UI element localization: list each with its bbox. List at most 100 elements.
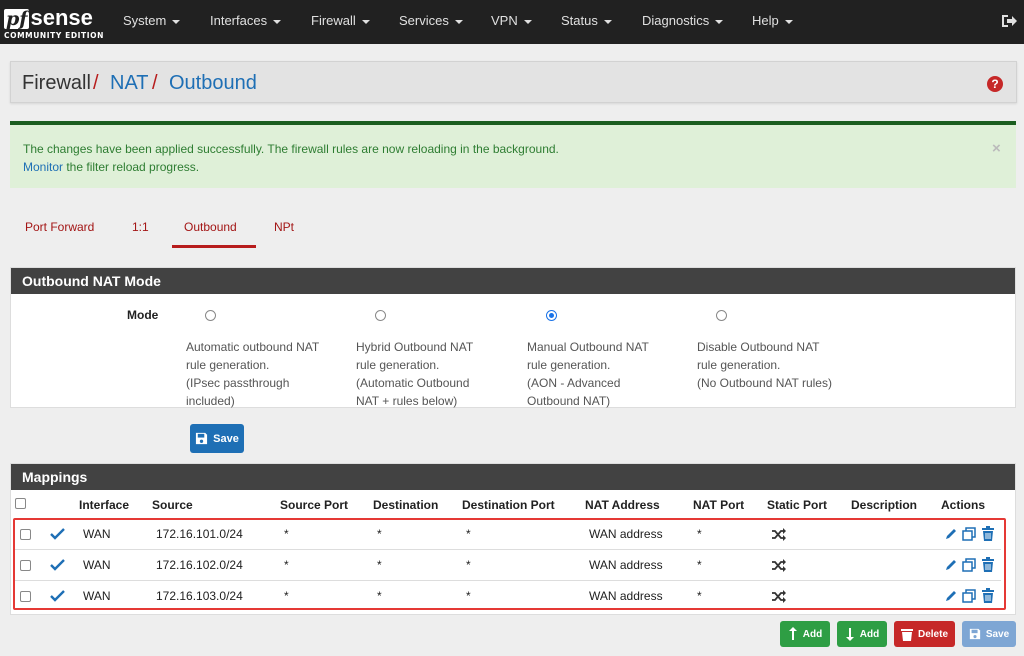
cell-destination-port: * — [466, 589, 471, 603]
nav-vpn-label: VPN — [491, 13, 518, 28]
table-row[interactable]: WAN 172.16.102.0/24 * * * WAN address * — [15, 549, 1001, 580]
col-source[interactable]: Source — [152, 498, 193, 512]
cell-nat-port: * — [697, 589, 702, 603]
alert-message-2: Monitor the filter reload progress. — [23, 159, 199, 176]
monitor-link[interactable]: Monitor — [23, 160, 63, 174]
cell-nat-address: WAN address — [589, 589, 663, 603]
breadcrumb-separator: / — [152, 72, 158, 94]
trash-icon[interactable] — [981, 588, 995, 603]
col-destination-port[interactable]: Destination Port — [462, 498, 555, 512]
pfsense-logo[interactable]: pf sense COMMUNITY EDITION — [4, 5, 103, 41]
nav-vpn[interactable]: VPN — [491, 0, 532, 44]
option-text: NAT + rules below) — [356, 394, 458, 408]
caret-down-icon — [172, 19, 181, 24]
radio-disable[interactable] — [716, 310, 727, 321]
pencil-icon[interactable] — [944, 527, 958, 541]
save-button[interactable]: Save — [962, 621, 1016, 647]
col-static-port[interactable]: Static Port — [767, 498, 827, 512]
mode-save-button[interactable]: Save — [190, 424, 244, 453]
sign-out-icon[interactable] — [1000, 12, 1018, 30]
tab-one-to-one[interactable]: 1:1 — [132, 220, 149, 234]
option-text: rule generation. — [527, 358, 611, 372]
option-text: rule generation. — [356, 358, 440, 372]
pencil-icon[interactable] — [944, 558, 958, 572]
cell-interface: WAN — [83, 527, 111, 541]
cell-source-port: * — [284, 589, 289, 603]
option-text: (No Outbound NAT rules) — [697, 376, 832, 390]
logo-pf: pf — [4, 8, 30, 30]
copy-icon[interactable] — [962, 558, 976, 572]
cell-nat-address: WAN address — [589, 527, 663, 541]
trash-icon[interactable] — [981, 557, 995, 572]
col-nat-port[interactable]: NAT Port — [693, 498, 744, 512]
nav-diagnostics[interactable]: Diagnostics — [642, 0, 724, 44]
trash-icon — [900, 628, 913, 641]
tab-outbound[interactable]: Outbound — [184, 220, 237, 234]
close-icon[interactable]: × — [992, 140, 1001, 157]
nav-interfaces[interactable]: Interfaces — [210, 0, 282, 44]
col-source-port[interactable]: Source Port — [280, 498, 348, 512]
row-checkbox[interactable] — [20, 529, 31, 540]
option-text: rule generation. — [186, 358, 270, 372]
option-text: Automatic outbound NAT — [186, 340, 320, 354]
delete-button[interactable]: Delete — [894, 621, 955, 647]
caret-down-icon — [715, 19, 724, 24]
cell-destination-port: * — [466, 558, 471, 572]
cell-destination: * — [377, 589, 382, 603]
cell-source: 172.16.103.0/24 — [156, 589, 243, 603]
cell-destination: * — [377, 527, 382, 541]
tab-npt[interactable]: NPt — [274, 220, 294, 234]
trash-icon[interactable] — [981, 526, 995, 541]
check-icon[interactable] — [50, 528, 65, 540]
breadcrumb-firewall: Firewall — [22, 72, 91, 94]
cell-source-port: * — [284, 558, 289, 572]
mode-option-automatic-text: Automatic outbound NAT rule generation. … — [186, 338, 346, 410]
nav-status-label: Status — [561, 13, 598, 28]
add-top-button[interactable]: Add — [780, 621, 830, 647]
col-destination[interactable]: Destination — [373, 498, 438, 512]
col-description[interactable]: Description — [851, 498, 917, 512]
copy-icon[interactable] — [962, 589, 976, 603]
nav-status[interactable]: Status — [561, 0, 612, 44]
table-row[interactable]: WAN 172.16.103.0/24 * * * WAN address * — [15, 580, 1001, 611]
col-interface[interactable]: Interface — [79, 498, 129, 512]
alert-message: The changes have been applied successful… — [23, 142, 559, 156]
cell-source: 172.16.102.0/24 — [156, 558, 243, 572]
option-text: (Automatic Outbound — [356, 376, 470, 390]
nav-system[interactable]: System — [123, 0, 181, 44]
col-nat-address[interactable]: NAT Address — [585, 498, 660, 512]
row-checkbox[interactable] — [20, 591, 31, 602]
cell-nat-port: * — [697, 558, 702, 572]
nav-services[interactable]: Services — [399, 0, 463, 44]
cell-nat-address: WAN address — [589, 558, 663, 572]
table-row[interactable]: WAN 172.16.101.0/24 * * * WAN address * — [15, 518, 1001, 549]
check-icon[interactable] — [50, 590, 65, 602]
add-bottom-label: Add — [859, 628, 880, 640]
nav-help[interactable]: Help — [752, 0, 793, 44]
row-checkbox[interactable] — [20, 560, 31, 571]
breadcrumb — [10, 61, 1017, 103]
mappings-panel: Mappings Interface Source Source Port De… — [10, 463, 1016, 615]
tab-port-forward[interactable]: Port Forward — [25, 220, 94, 234]
shuffle-icon — [772, 590, 786, 603]
breadcrumb-nat[interactable]: NAT — [110, 72, 149, 94]
radio-automatic[interactable] — [205, 310, 216, 321]
nav-firewall-label: Firewall — [311, 13, 356, 28]
nav-firewall[interactable]: Firewall — [311, 0, 370, 44]
cell-destination: * — [377, 558, 382, 572]
select-all-checkbox[interactable] — [15, 498, 26, 509]
caret-down-icon — [603, 19, 612, 24]
copy-icon[interactable] — [962, 527, 976, 541]
active-tab-indicator — [172, 245, 256, 248]
mode-label: Mode — [127, 308, 159, 322]
radio-hybrid[interactable] — [375, 310, 386, 321]
question-circle-icon[interactable]: ? — [987, 76, 1003, 92]
breadcrumb-outbound[interactable]: Outbound — [169, 72, 257, 94]
add-bottom-button[interactable]: Add — [837, 621, 887, 647]
option-text: Hybrid Outbound NAT — [356, 340, 474, 354]
pencil-icon[interactable] — [944, 589, 958, 603]
breadcrumb-separator: / — [93, 72, 99, 94]
radio-manual[interactable] — [546, 310, 557, 321]
check-icon[interactable] — [50, 559, 65, 571]
arrow-up-icon — [788, 627, 797, 640]
